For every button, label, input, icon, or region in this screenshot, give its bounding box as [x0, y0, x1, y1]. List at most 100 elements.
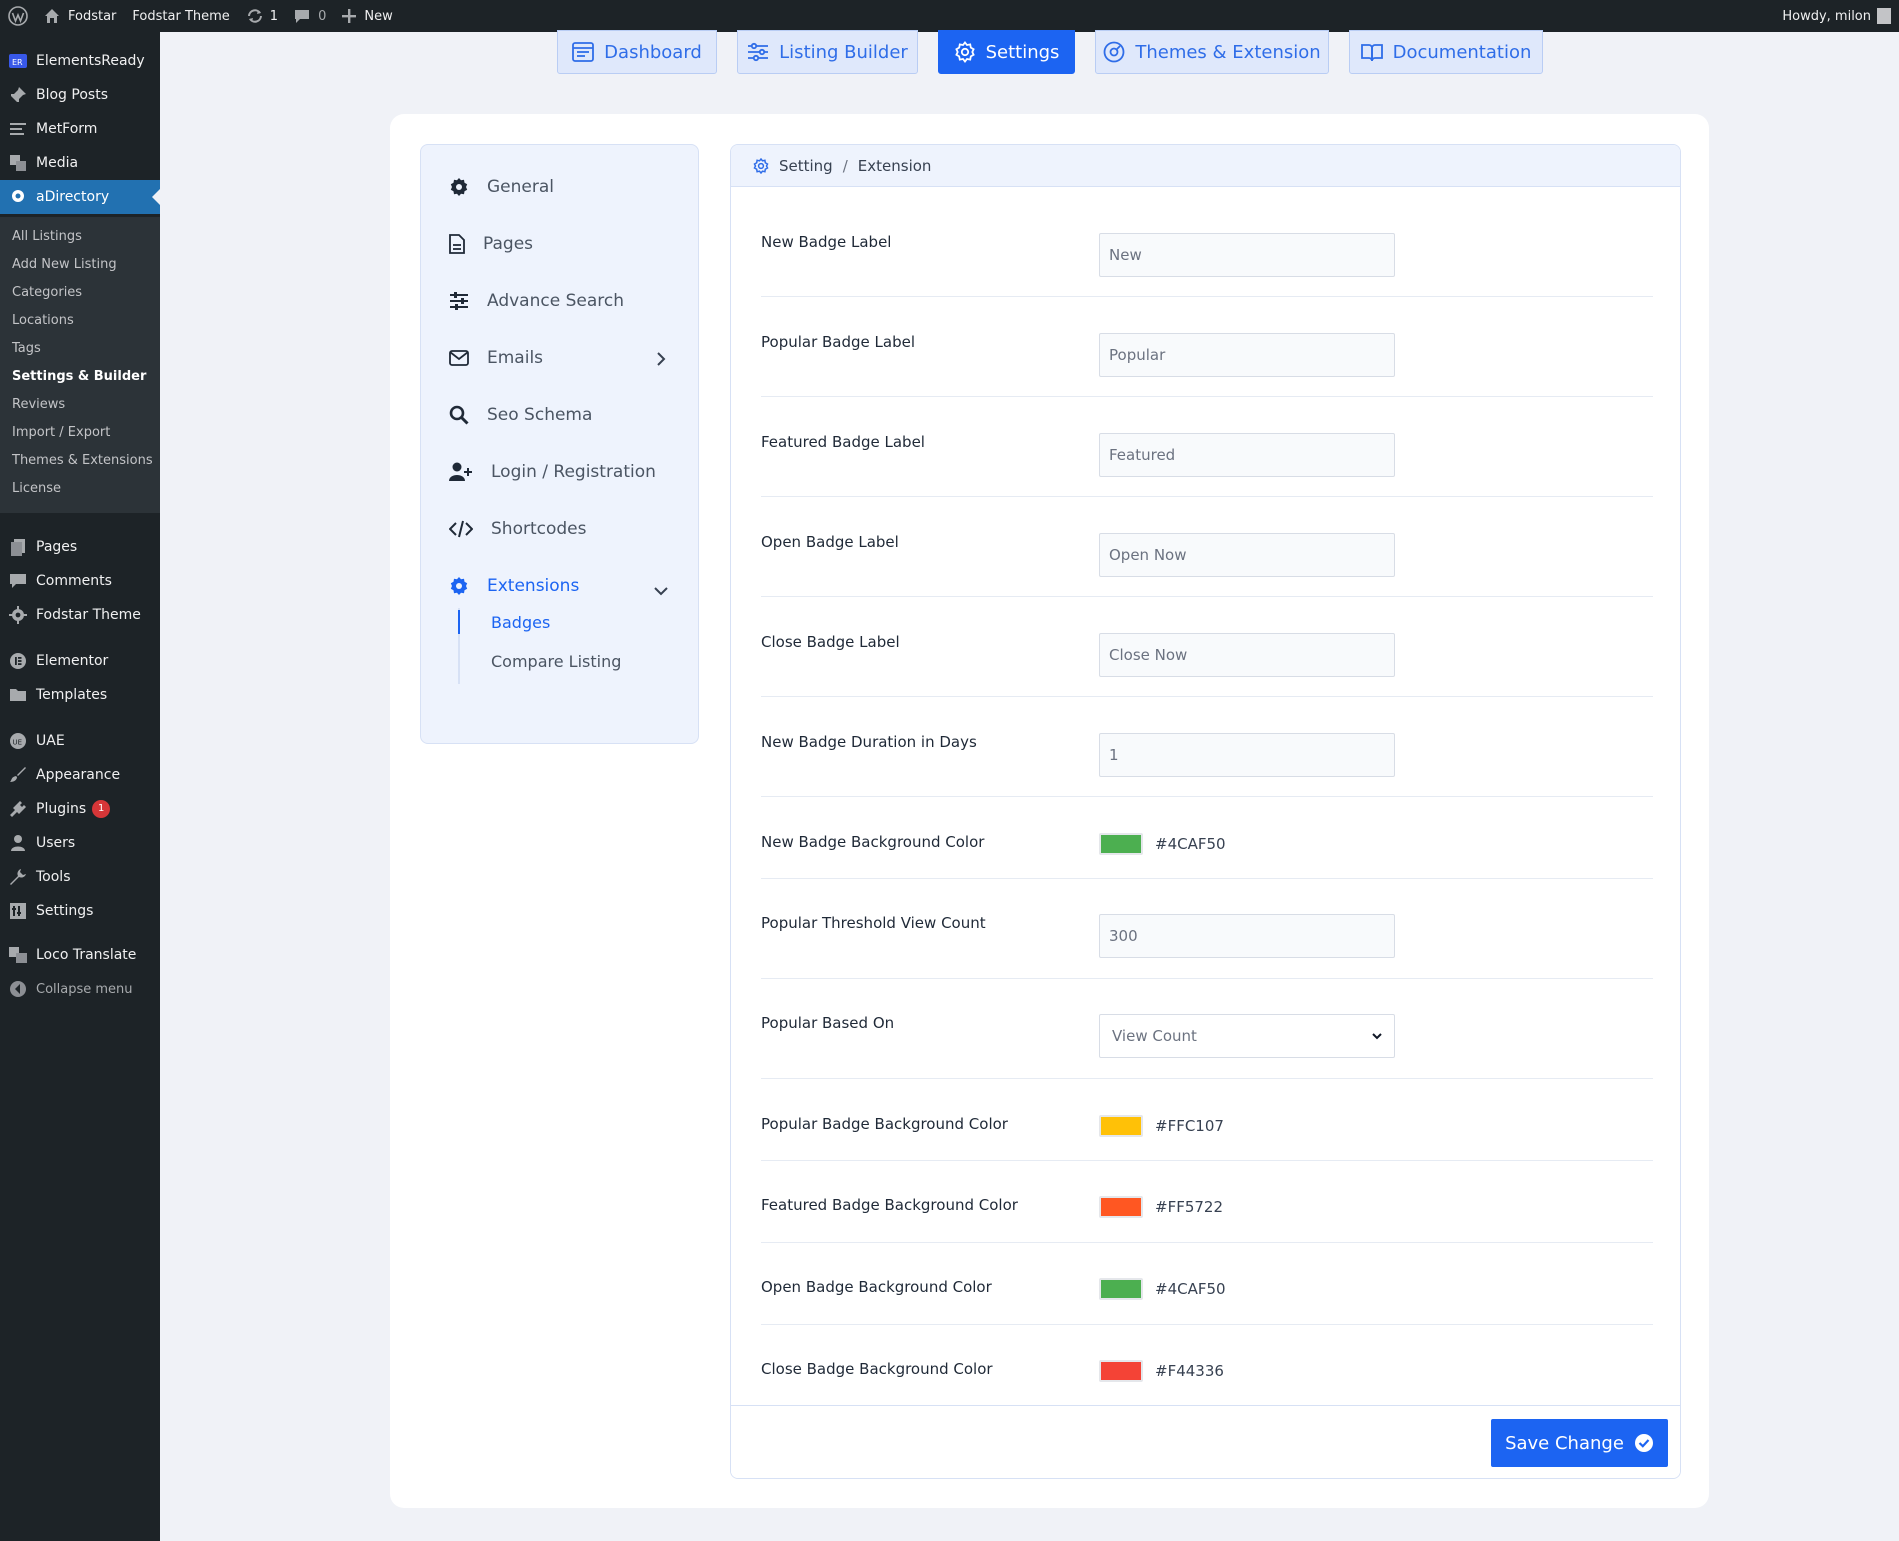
nav-item-login-registration[interactable]: Login / Registration — [449, 462, 656, 482]
chevron-down-icon[interactable] — [654, 581, 668, 600]
row-divider — [761, 1160, 1653, 1161]
menu-item-users[interactable]: Users — [0, 826, 160, 860]
color-value: #FFC107 — [1155, 1117, 1224, 1135]
nav-item-shortcodes[interactable]: Shortcodes — [449, 519, 586, 539]
popular-threshold-input[interactable] — [1099, 914, 1395, 958]
featured-badge-bg-picker[interactable]: #FF5722 — [1099, 1196, 1223, 1218]
menu-item-media[interactable]: Media — [0, 146, 160, 180]
menu-item-blog-posts[interactable]: Blog Posts — [0, 78, 160, 112]
tab-dashboard[interactable]: Dashboard — [557, 30, 717, 74]
tab-label: Themes & Extension — [1135, 41, 1321, 63]
color-swatch[interactable] — [1099, 1196, 1143, 1218]
form-icon — [0, 121, 36, 137]
svg-text:UE: UE — [13, 739, 23, 747]
menu-label: aDirectory — [36, 189, 110, 205]
breadcrumb-setting[interactable]: Setting — [779, 157, 833, 175]
submenu-categories[interactable]: Categories — [12, 285, 82, 300]
open-badge-label-input[interactable] — [1099, 533, 1395, 577]
admin-menu: ER ElementsReady Blog Posts MetForm Medi… — [0, 32, 160, 1541]
new-badge-label-input[interactable] — [1099, 233, 1395, 277]
comments-link[interactable]: 0 — [286, 0, 334, 32]
nav-item-extensions[interactable]: Extensions — [449, 576, 579, 596]
popular-badge-label-label: Popular Badge Label — [761, 333, 915, 351]
menu-item-tools[interactable]: Tools — [0, 860, 160, 894]
new-badge-duration-input[interactable] — [1099, 733, 1395, 777]
nav-item-advance-search[interactable]: Advance Search — [449, 291, 624, 311]
folder-icon — [0, 687, 36, 703]
menu-item-fodstar-theme[interactable]: Fodstar Theme — [0, 598, 160, 632]
row-divider — [761, 396, 1653, 397]
avatar — [1877, 8, 1891, 24]
featured-badge-label-label: Featured Badge Label — [761, 433, 925, 451]
site-name-link[interactable]: Fodstar — [36, 0, 124, 32]
submenu-locations[interactable]: Locations — [12, 313, 74, 328]
popular-based-on-select[interactable]: View Count — [1099, 1014, 1395, 1058]
menu-item-adirectory[interactable]: aDirectory — [0, 180, 160, 214]
submenu-add-new-listing[interactable]: Add New Listing — [12, 257, 117, 272]
submenu-reviews[interactable]: Reviews — [12, 397, 65, 412]
tab-documentation[interactable]: Documentation — [1349, 30, 1543, 74]
color-swatch[interactable] — [1099, 833, 1143, 855]
check-circle-icon — [1634, 1434, 1653, 1452]
plus-icon — [342, 9, 357, 23]
nav-item-general[interactable]: General — [449, 177, 554, 197]
menu-item-elementsready[interactable]: ER ElementsReady — [0, 44, 160, 78]
menu-item-metform[interactable]: MetForm — [0, 112, 160, 146]
menu-item-appearance[interactable]: Appearance — [0, 758, 160, 792]
new-badge-bg-picker[interactable]: #4CAF50 — [1099, 833, 1226, 855]
popular-threshold-label: Popular Threshold View Count — [761, 914, 986, 932]
menu-item-plugins[interactable]: Plugins 1 — [0, 792, 160, 826]
new-badge-bg-label: New Badge Background Color — [761, 833, 985, 851]
submenu-license[interactable]: License — [12, 481, 61, 496]
updates-link[interactable]: 1 — [238, 0, 286, 32]
color-swatch[interactable] — [1099, 1360, 1143, 1382]
tab-themes-extension[interactable]: Themes & Extension — [1095, 30, 1329, 74]
submenu-themes-extensions[interactable]: Themes & Extensions — [12, 453, 153, 468]
menu-item-comments[interactable]: Comments — [0, 564, 160, 598]
color-swatch[interactable] — [1099, 1278, 1143, 1300]
close-badge-label-input[interactable] — [1099, 633, 1395, 677]
updates-count: 1 — [269, 8, 279, 24]
menu-item-elementor[interactable]: Elementor — [0, 644, 160, 678]
theme-link[interactable]: Fodstar Theme — [124, 0, 237, 32]
open-badge-bg-picker[interactable]: #4CAF50 — [1099, 1278, 1226, 1300]
popular-badge-bg-picker[interactable]: #FFC107 — [1099, 1115, 1224, 1137]
menu-item-uae[interactable]: UE UAE — [0, 724, 160, 758]
tab-listing-builder[interactable]: Listing Builder — [737, 30, 918, 74]
nav-sub-badges[interactable]: Badges — [491, 613, 550, 632]
nav-sub-compare-listing[interactable]: Compare Listing — [491, 652, 621, 671]
elementor-icon — [0, 652, 36, 670]
color-swatch[interactable] — [1099, 1115, 1143, 1137]
menu-item-pages[interactable]: Pages — [0, 530, 160, 564]
close-badge-bg-label: Close Badge Background Color — [761, 1360, 993, 1378]
save-change-button[interactable]: Save Change — [1491, 1419, 1668, 1467]
popular-badge-label-input[interactable] — [1099, 333, 1395, 377]
wordpress-logo-icon[interactable] — [0, 0, 36, 32]
submenu-import-export[interactable]: Import / Export — [12, 425, 110, 440]
envelope-icon — [449, 350, 469, 366]
howdy-text: Howdy, milon — [1782, 8, 1871, 24]
chevron-right-icon[interactable] — [656, 351, 666, 370]
row-divider — [761, 1242, 1653, 1243]
collapse-icon — [0, 980, 36, 998]
submenu-tags[interactable]: Tags — [12, 341, 41, 356]
menu-item-templates[interactable]: Templates — [0, 678, 160, 712]
nav-item-seo-schema[interactable]: Seo Schema — [449, 405, 592, 425]
menu-item-loco-translate[interactable]: Loco Translate — [0, 938, 160, 972]
close-badge-bg-picker[interactable]: #F44336 — [1099, 1360, 1224, 1382]
new-content-link[interactable]: New — [334, 0, 400, 32]
gear-icon — [0, 606, 36, 624]
submenu-all-listings[interactable]: All Listings — [12, 229, 82, 244]
nav-item-pages[interactable]: Pages — [449, 234, 533, 254]
my-account[interactable]: Howdy, milon — [1782, 0, 1891, 32]
nav-item-emails[interactable]: Emails — [449, 348, 543, 368]
menu-label: MetForm — [36, 121, 98, 137]
sliders-icon — [748, 42, 769, 62]
collapse-menu-button[interactable]: Collapse menu — [0, 972, 160, 1006]
featured-badge-label-input[interactable] — [1099, 433, 1395, 477]
breadcrumb: Setting / Extension — [731, 145, 1680, 187]
tab-settings[interactable]: Settings — [938, 30, 1075, 74]
submenu-settings-builder[interactable]: Settings & Builder — [12, 369, 146, 384]
menu-item-settings[interactable]: Settings — [0, 894, 160, 928]
translate-icon — [0, 946, 36, 964]
